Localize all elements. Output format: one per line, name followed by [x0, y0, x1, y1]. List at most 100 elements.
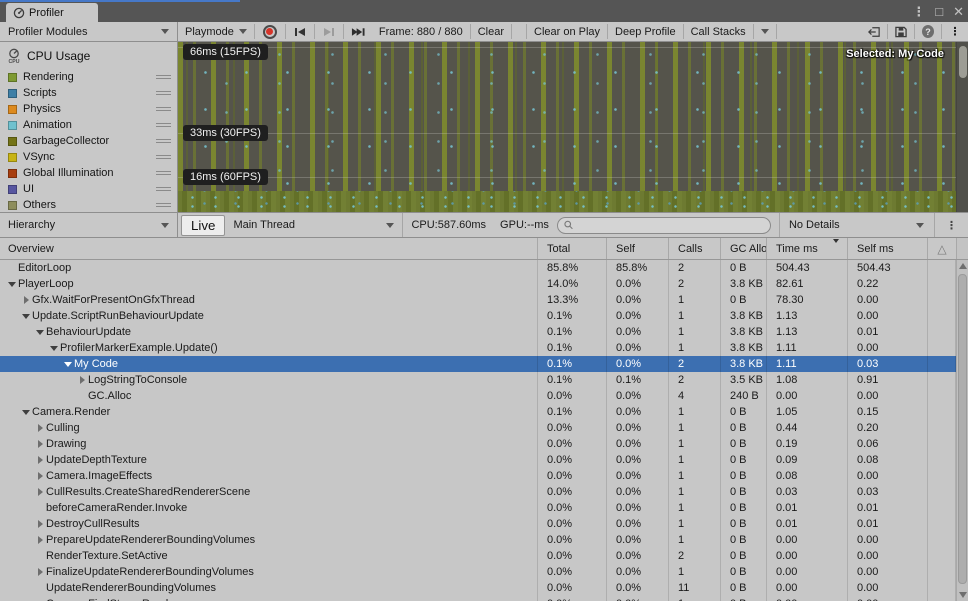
table-row[interactable]: FinalizeUpdateRendererBoundingVolumes0.0… — [0, 564, 956, 580]
legend-item[interactable]: GarbageCollector — [0, 133, 177, 149]
column-header-self[interactable]: Self — [607, 238, 669, 259]
table-row[interactable]: LogStringToConsole0.1%0.1%23.5 KB1.080.9… — [0, 372, 956, 388]
call-stacks-button[interactable]: Call Stacks — [684, 22, 753, 41]
foldout-arrow-icon[interactable] — [34, 536, 46, 544]
cpu-usage-header[interactable]: CPU CPU Usage — [0, 46, 177, 69]
profiler-modules-dropdown[interactable]: Profiler Modules — [0, 22, 178, 41]
table-row[interactable]: My Code0.1%0.0%23.8 KB1.110.03 — [0, 356, 956, 372]
foldout-arrow-icon[interactable] — [76, 376, 88, 384]
table-row[interactable]: Gfx.WaitForPresentOnGfxThread13.3%0.0%10… — [0, 292, 956, 308]
legend-item[interactable]: UI — [0, 181, 177, 197]
table-row[interactable]: PlayerLoop14.0%0.0%23.8 KB82.610.22 — [0, 276, 956, 292]
window-menu-icon[interactable]: ⋮ — [912, 5, 925, 18]
table-row[interactable]: UpdateRendererBoundingVolumes0.0%0.0%110… — [0, 580, 956, 596]
current-frame-button[interactable] — [344, 22, 372, 41]
foldout-arrow-icon[interactable] — [20, 314, 32, 319]
table-row[interactable]: DestroyCullResults0.0%0.0%10 B0.010.01 — [0, 516, 956, 532]
foldout-arrow-icon[interactable] — [62, 362, 74, 367]
legend-item[interactable]: VSync — [0, 149, 177, 165]
help-button[interactable]: ? — [915, 22, 941, 41]
table-row[interactable]: ProfilerMarkerExample.Update()0.1%0.0%13… — [0, 340, 956, 356]
legend-item[interactable]: Animation — [0, 117, 177, 133]
load-profile-button[interactable] — [861, 22, 887, 41]
foldout-arrow-icon[interactable] — [34, 440, 46, 448]
foldout-arrow-icon[interactable] — [34, 520, 46, 528]
table-row[interactable]: EditorLoop85.8%85.8%20 B504.43504.43 — [0, 260, 956, 276]
clear-on-play-button[interactable]: Clear on Play — [527, 22, 607, 41]
foldout-arrow-icon[interactable] — [20, 296, 32, 304]
save-profile-button[interactable] — [888, 22, 914, 41]
table-row[interactable]: CullResults.CreateSharedRendererScene0.0… — [0, 484, 956, 500]
drag-handle-icon[interactable] — [156, 123, 171, 127]
details-dropdown[interactable]: No Details — [779, 213, 935, 237]
column-header-self-ms[interactable]: Self ms — [848, 238, 928, 259]
legend-item[interactable]: Rendering — [0, 69, 177, 85]
foldout-arrow-icon[interactable] — [20, 410, 32, 415]
drag-handle-icon[interactable] — [156, 75, 171, 79]
view-mode-dropdown[interactable]: Hierarchy — [0, 213, 178, 237]
call-stacks-dropdown[interactable] — [754, 22, 776, 41]
table-row[interactable]: BehaviourUpdate0.1%0.0%13.8 KB1.130.01 — [0, 324, 956, 340]
table-scrollbar[interactable] — [956, 260, 968, 601]
scroll-up-icon[interactable] — [959, 263, 967, 269]
close-icon[interactable]: ✕ — [953, 5, 964, 18]
drag-handle-icon[interactable] — [156, 171, 171, 175]
drag-handle-icon[interactable] — [156, 139, 171, 143]
thread-dropdown[interactable]: Main Thread — [227, 213, 403, 237]
table-row[interactable]: Update.ScriptRunBehaviourUpdate0.1%0.0%1… — [0, 308, 956, 324]
table-row[interactable]: Drawing0.0%0.0%10 B0.190.06 — [0, 436, 956, 452]
toolbar-menu-button[interactable]: ⋮ — [942, 22, 968, 41]
column-header-warnings[interactable]: △ — [928, 238, 956, 259]
live-toggle-button[interactable]: Live — [181, 215, 225, 236]
cpu-usage-chart[interactable]: 66ms (15FPS) 33ms (30FPS) 16ms (60FPS) S… — [178, 42, 968, 212]
cpu-module-panel: CPU CPU Usage RenderingScriptsPhysicsAni… — [0, 42, 178, 212]
scrollbar-thumb[interactable] — [959, 46, 967, 78]
record-button[interactable] — [255, 22, 285, 41]
foldout-arrow-icon[interactable] — [34, 330, 46, 335]
tab-profiler[interactable]: Profiler — [6, 3, 98, 22]
foldout-arrow-icon[interactable] — [34, 488, 46, 496]
drag-handle-icon[interactable] — [156, 187, 171, 191]
scroll-down-icon[interactable] — [959, 592, 967, 598]
deep-profile-button[interactable]: Deep Profile — [608, 22, 683, 41]
column-header-overview[interactable]: Overview — [0, 238, 538, 259]
scrollbar-thumb[interactable] — [958, 274, 967, 584]
table-row[interactable]: Camera.ImageEffects0.0%0.0%10 B0.080.00 — [0, 468, 956, 484]
table-row[interactable]: Culling0.0%0.0%10 B0.440.20 — [0, 420, 956, 436]
search-field[interactable] — [557, 217, 771, 234]
drag-handle-icon[interactable] — [156, 91, 171, 95]
legend-item[interactable]: Global Illumination — [0, 165, 177, 181]
column-header-time-ms[interactable]: Time ms — [767, 238, 848, 259]
next-frame-button[interactable] — [315, 22, 343, 41]
foldout-arrow-icon[interactable] — [48, 346, 60, 351]
table-row[interactable]: beforeCameraRender.Invoke0.0%0.0%10 B0.0… — [0, 500, 956, 516]
playmode-dropdown[interactable]: Playmode — [178, 22, 254, 41]
table-row[interactable]: RenderTexture.SetActive0.0%0.0%20 B0.000… — [0, 548, 956, 564]
table-row[interactable]: UpdateDepthTexture0.0%0.0%10 B0.090.08 — [0, 452, 956, 468]
legend-item[interactable]: Scripts — [0, 85, 177, 101]
hierarchy-menu-button[interactable]: ⋮ — [935, 219, 968, 232]
column-header-gc-alloc[interactable]: GC Alloc — [721, 238, 767, 259]
foldout-arrow-icon[interactable] — [34, 568, 46, 576]
clear-button[interactable]: Clear — [471, 22, 511, 41]
legend-item[interactable]: Physics — [0, 101, 177, 117]
foldout-arrow-icon[interactable] — [34, 424, 46, 432]
column-header-calls[interactable]: Calls — [669, 238, 721, 259]
drag-handle-icon[interactable] — [156, 155, 171, 159]
foldout-arrow-icon[interactable] — [34, 456, 46, 464]
maximize-icon[interactable]: □ — [935, 5, 943, 18]
drag-handle-icon[interactable] — [156, 203, 171, 207]
foldout-arrow-icon[interactable] — [34, 472, 46, 480]
table-row[interactable]: GC.Alloc0.0%0.0%4240 B0.000.00 — [0, 388, 956, 404]
table-row[interactable]: Camera.Render0.1%0.0%10 B1.050.15 — [0, 404, 956, 420]
foldout-arrow-icon[interactable] — [6, 282, 18, 287]
legend-item[interactable]: Others — [0, 197, 177, 213]
modules-scrollbar[interactable] — [956, 42, 968, 212]
search-input[interactable] — [577, 219, 764, 231]
table-row[interactable]: Camera.FindStereoRenderers0.0%0.0%10 B0.… — [0, 596, 956, 601]
table-row[interactable]: PrepareUpdateRendererBoundingVolumes0.0%… — [0, 532, 956, 548]
prev-frame-button[interactable] — [286, 22, 314, 41]
drag-handle-icon[interactable] — [156, 107, 171, 111]
cell-gc: 0 B — [721, 580, 767, 596]
column-header-total[interactable]: Total — [538, 238, 607, 259]
